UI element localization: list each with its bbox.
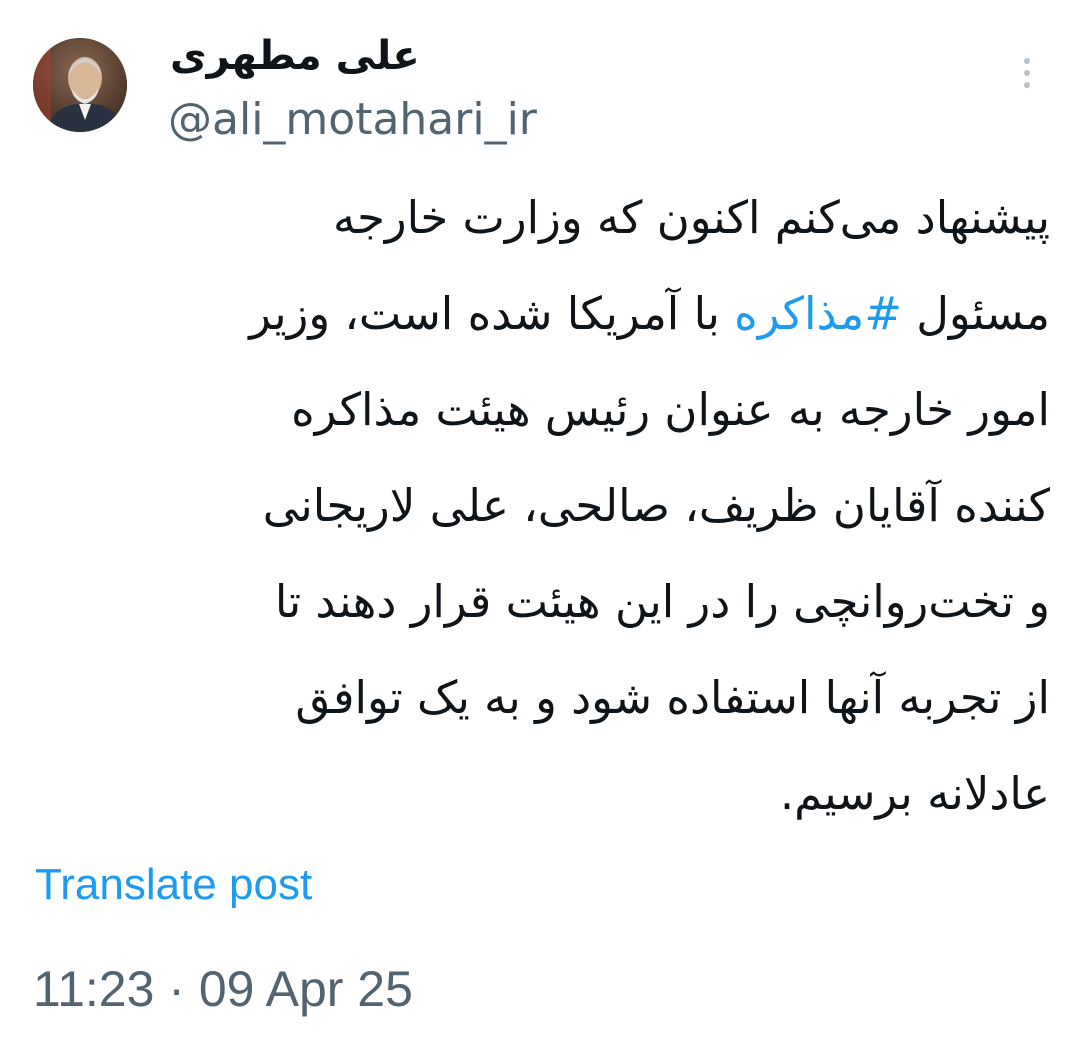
tweet-line: کننده آقایان ظریف، صالحی، علی لاریجانی bbox=[262, 479, 1050, 532]
display-name[interactable]: علی مطهری bbox=[170, 30, 420, 82]
tweet-text: پیشنهاد می‌کنم اکنون که وزارت خارجه مسئو… bbox=[40, 170, 1050, 842]
avatar[interactable] bbox=[33, 38, 127, 132]
tweet-line: مسئول #مذاکره با آمریکا شده است، وزیر bbox=[249, 287, 1050, 340]
post-timestamp[interactable]: 11:23 · 09 Apr 25 bbox=[33, 958, 413, 1020]
tweet-line: و تخت‌روانچی را در این هیئت قرار دهند تا bbox=[274, 575, 1050, 628]
hashtag-link[interactable]: #مذاکره bbox=[734, 287, 902, 340]
tweet-line: از تجربه آنها استفاده شود و به یک توافق bbox=[295, 671, 1050, 724]
tweet-line: امور خارجه به عنوان رئیس هیئت مذاکره bbox=[291, 383, 1050, 436]
tweet-line: عادلانه برسیم. bbox=[779, 767, 1050, 820]
tweet-line: پیشنهاد می‌کنم اکنون که وزارت خارجه bbox=[332, 191, 1050, 244]
tweet-header: علی مطهری @ali_motahari_ir bbox=[0, 0, 1080, 160]
more-vertical-icon[interactable] bbox=[1012, 58, 1042, 98]
translate-post-link[interactable]: Translate post bbox=[35, 858, 312, 912]
user-handle[interactable]: @ali_motahari_ir bbox=[168, 92, 537, 148]
profile-photo-icon bbox=[33, 38, 127, 132]
